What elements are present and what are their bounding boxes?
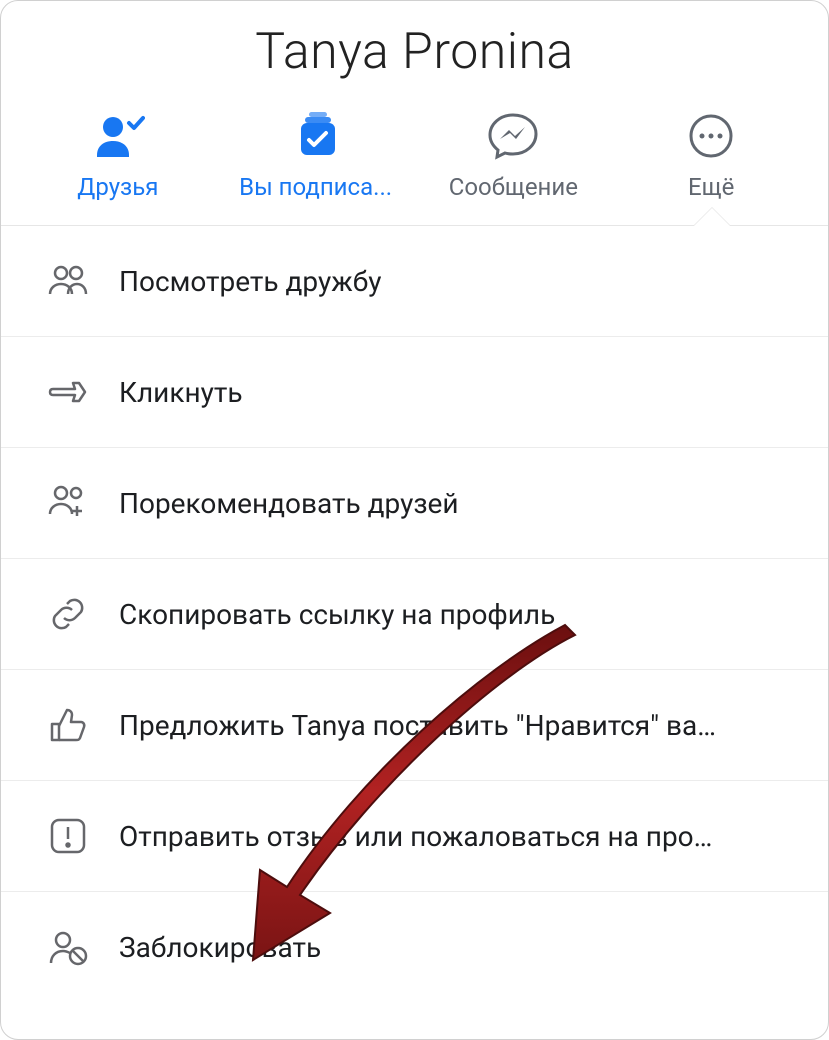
tab-subscribed[interactable]: Вы подписа...: [226, 111, 406, 201]
tab-more-label: Ещё: [688, 173, 734, 201]
like-icon: [47, 704, 89, 746]
tab-more[interactable]: Ещё: [621, 111, 801, 201]
menu-label: Порекомендовать друзей: [119, 487, 459, 520]
menu-item-poke[interactable]: Кликнуть: [1, 337, 828, 448]
menu-label: Посмотреть дружбу: [119, 265, 381, 298]
tab-message-label: Сообщение: [449, 173, 578, 201]
poke-icon: [47, 371, 89, 413]
menu-item-copy-link[interactable]: Скопировать ссылку на профиль: [1, 559, 828, 670]
friends-icon: [91, 111, 145, 161]
menu-label: Кликнуть: [119, 376, 243, 409]
subscribed-icon: [289, 111, 343, 161]
tab-message[interactable]: Сообщение: [423, 111, 603, 201]
menu-item-report[interactable]: Отправить отзыв или пожаловаться на про…: [1, 781, 828, 892]
menu-label: Отправить отзыв или пожаловаться на про…: [119, 820, 712, 853]
more-menu-list: Посмотреть дружбу Кликнуть Порекомендова…: [1, 226, 828, 1039]
block-user-icon: [47, 927, 89, 969]
tab-friends-label: Друзья: [77, 173, 158, 201]
menu-item-view-friendship[interactable]: Посмотреть дружбу: [1, 226, 828, 337]
messenger-icon: [486, 111, 540, 161]
suggest-friends-icon: [47, 482, 89, 524]
menu-item-block[interactable]: Заблокировать: [1, 892, 828, 1003]
tab-subscribed-label: Вы подписа...: [239, 173, 392, 201]
report-icon: [47, 815, 89, 857]
profile-more-menu-screen: Tanya Pronina Друзья Вы по: [0, 0, 829, 1040]
friendship-icon: [47, 260, 89, 302]
menu-label: Скопировать ссылку на профиль: [119, 598, 555, 631]
menu-item-suggest-like[interactable]: Предложить Tanya поставить "Нравится" ва…: [1, 670, 828, 781]
menu-label: Предложить Tanya поставить "Нравится" ва…: [119, 709, 716, 742]
tab-friends[interactable]: Друзья: [28, 111, 208, 201]
active-tab-pointer: [694, 208, 730, 226]
profile-action-tabs: Друзья Вы подписа... Сообщение: [1, 105, 828, 226]
link-icon: [47, 593, 89, 635]
menu-item-suggest-friends[interactable]: Порекомендовать друзей: [1, 448, 828, 559]
page-title: Tanya Pronina: [1, 1, 828, 105]
menu-label: Заблокировать: [119, 931, 321, 964]
more-icon: [684, 111, 738, 161]
